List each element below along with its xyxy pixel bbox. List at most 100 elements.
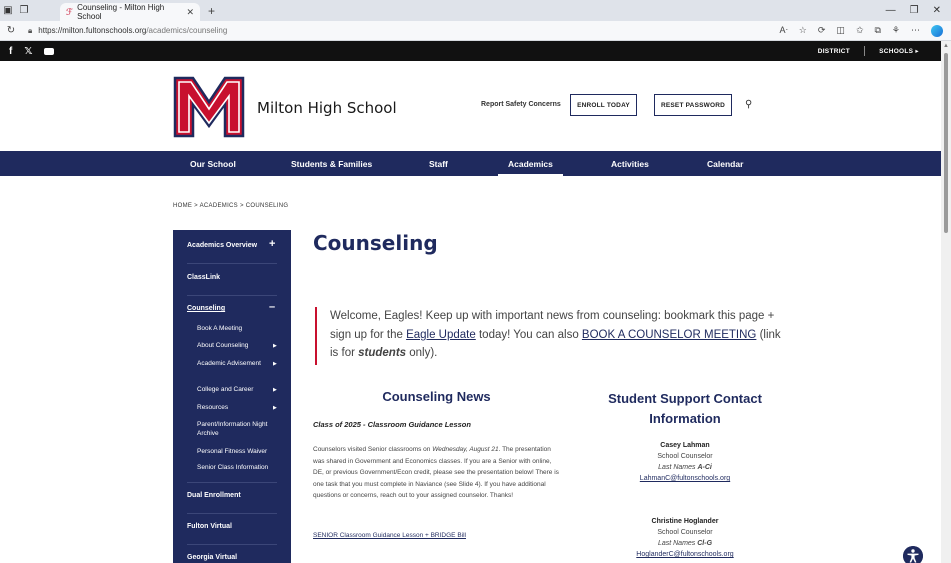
schools-link[interactable]: SCHOOLS ▸ [879, 47, 919, 55]
sidebar-sub-parent-night-archive[interactable]: Parent/Information Night Archive [197, 420, 277, 438]
split-screen-icon[interactable]: ◫ [836, 25, 845, 36]
sidebar-item-fulton-virtual[interactable]: Fulton Virtual [187, 523, 232, 530]
contact-last-names: Last Names Cl-G [600, 538, 770, 549]
last-names-range: Cl-G [697, 540, 713, 547]
nav-academics[interactable]: Academics [498, 151, 563, 176]
page-title: Counseling [313, 231, 438, 255]
minimize-icon[interactable]: — [886, 5, 896, 16]
read-aloud-icon[interactable]: A᠎ᐧ [779, 25, 787, 36]
nav-students-families[interactable]: Students & Families [291, 151, 372, 176]
copilot-icon[interactable] [931, 24, 943, 37]
scroll-up-icon[interactable]: ▲ [943, 43, 949, 49]
search-icon[interactable]: ⚲ [745, 99, 752, 110]
sidebar-sub-senior-class-info[interactable]: Senior Class Information [197, 463, 277, 472]
favorite-star-icon[interactable]: ☆ [799, 25, 807, 36]
accessibility-icon[interactable] [903, 546, 923, 563]
breadcrumb[interactable]: HOME > ACADEMICS > COUNSELING [173, 203, 288, 209]
browser-tab-bar: ▣ ❐ ℱ Counseling - Milton High School ✕ … [0, 0, 951, 21]
sidebar-sub-about-counseling[interactable]: About Counseling [197, 341, 277, 350]
sidebar-sub-academic-advisement[interactable]: Academic Advisement [197, 359, 277, 368]
scrollbar-thumb[interactable] [944, 53, 948, 233]
refresh-extension-icon[interactable]: ⟳ [818, 25, 826, 36]
nav-staff[interactable]: Staff [429, 151, 448, 176]
close-window-icon[interactable]: ✕ [933, 5, 941, 16]
sidebar-item-academics-overview[interactable]: Academics Overview [187, 242, 257, 249]
book-counselor-link[interactable]: BOOK A COUNSELOR MEETING [582, 329, 756, 341]
site-header: Milton High School Report Safety Concern… [0, 61, 941, 151]
browser-tab[interactable]: ℱ Counseling - Milton High School ✕ [60, 3, 200, 21]
sidebar-sub-college-career[interactable]: College and Career [197, 385, 277, 394]
welcome-text: only). [406, 347, 438, 359]
students-emphasis: students [358, 347, 407, 359]
vertical-scrollbar[interactable]: ▲ [941, 41, 951, 563]
news-text: . The presentation was shared in Governm… [313, 446, 559, 500]
report-safety-link[interactable]: Report Safety Concerns [481, 101, 561, 108]
more-menu-icon[interactable]: ⋯ [911, 25, 920, 36]
workspaces-icon[interactable]: ▣ [0, 0, 16, 21]
lock-icon[interactable]: 🔒︎ [28, 26, 32, 36]
counseling-news-heading: Counseling News [382, 389, 491, 404]
address-bar: ↻ 🔒︎ https://milton.fultonschools.org/ac… [0, 21, 951, 41]
sidebar-item-counseling[interactable]: Counseling [187, 305, 225, 312]
contact-card: Casey Lahman School Counselor Last Names… [600, 440, 770, 484]
sidebar-divider [187, 513, 277, 514]
url-path: /academics/counseling [146, 26, 228, 35]
welcome-callout: Welcome, Eagles! Keep up with important … [315, 307, 785, 365]
main-navigation: Our School Students & Families Staff Aca… [0, 151, 941, 176]
refresh-icon[interactable]: ↻ [0, 25, 22, 36]
sidebar-divider [187, 482, 277, 483]
url-field[interactable]: 🔒︎ https://milton.fultonschools.org/acad… [28, 26, 227, 36]
contact-name: Casey Lahman [660, 442, 710, 449]
sidebar-divider [187, 295, 277, 296]
contact-role: School Counselor [657, 529, 713, 536]
collapse-minus-icon[interactable]: – [269, 301, 275, 313]
sidebar-sub-book-meeting[interactable]: Book A Meeting [197, 324, 277, 333]
sidebar-divider [187, 544, 277, 545]
sidebar-sub-resources[interactable]: Resources [197, 403, 277, 412]
contact-email-link[interactable]: LahmanC@fultonschools.org [600, 473, 770, 484]
sidebar-nav: Academics Overview + ClassLink Counselin… [173, 230, 291, 563]
restore-icon[interactable]: ❐ [910, 5, 919, 16]
expand-plus-icon[interactable]: + [269, 238, 275, 250]
collections-icon[interactable]: ⧉ [874, 25, 880, 36]
guidance-lesson-link[interactable]: SENIOR Classroom Guidance Lesson + BRIDG… [313, 532, 466, 539]
school-name[interactable]: Milton High School [257, 99, 397, 117]
caret-right-icon[interactable]: ▶ [273, 405, 277, 411]
fulton-favicon-icon: ℱ [66, 6, 74, 17]
contact-name: Christine Hoglander [651, 518, 719, 525]
nav-calendar[interactable]: Calendar [707, 151, 743, 176]
milton-m-logo[interactable] [173, 76, 245, 138]
favorites-icon[interactable]: ✩ [856, 25, 864, 36]
enroll-today-button[interactable]: ENROLL TODAY [570, 94, 637, 116]
sidebar-item-dual-enrollment[interactable]: Dual Enrollment [187, 492, 241, 499]
district-link[interactable]: DISTRICT [818, 48, 850, 55]
caret-right-icon[interactable]: ▶ [273, 361, 277, 367]
news-subheading: Class of 2025 - Classroom Guidance Lesso… [313, 420, 471, 429]
eagle-update-link[interactable]: Eagle Update [406, 329, 476, 341]
sidebar-item-georgia-virtual[interactable]: Georgia Virtual [187, 554, 237, 561]
new-tab-icon[interactable]: + [208, 4, 215, 18]
contact-role: School Counselor [657, 453, 713, 460]
sidebar-sub-fitness-waiver[interactable]: Personal Fitness Waiver [197, 447, 277, 456]
last-names-label: Last Names [657, 540, 698, 547]
nav-activities[interactable]: Activities [611, 151, 649, 176]
facebook-icon[interactable]: f [9, 46, 12, 57]
reset-password-button[interactable]: RESET PASSWORD [654, 94, 732, 116]
url-host: https://milton.fultonschools.org [38, 26, 147, 35]
sidebar-item-classlink[interactable]: ClassLink [187, 274, 220, 281]
x-twitter-icon[interactable]: 𝕏 [24, 46, 32, 57]
caret-right-icon[interactable]: ▶ [273, 343, 277, 349]
contact-last-names: Last Names A-Ci [600, 462, 770, 473]
sidebar-divider [187, 263, 277, 264]
utility-divider [864, 46, 866, 56]
tab-title: Counseling - Milton High School [77, 3, 165, 21]
contact-email-link[interactable]: HoglanderC@fultonschools.org [600, 549, 770, 560]
nav-our-school[interactable]: Our School [190, 151, 236, 176]
close-tab-icon[interactable]: ✕ [186, 7, 194, 18]
support-heading: Student Support Contact Information [608, 391, 762, 426]
tab-actions-icon[interactable]: ❐ [16, 0, 32, 21]
youtube-icon[interactable] [44, 47, 55, 55]
news-body: Counselors visited Senior classrooms on … [313, 444, 563, 502]
extensions-icon[interactable]: ⚘ [892, 25, 900, 36]
caret-right-icon[interactable]: ▶ [273, 387, 277, 393]
